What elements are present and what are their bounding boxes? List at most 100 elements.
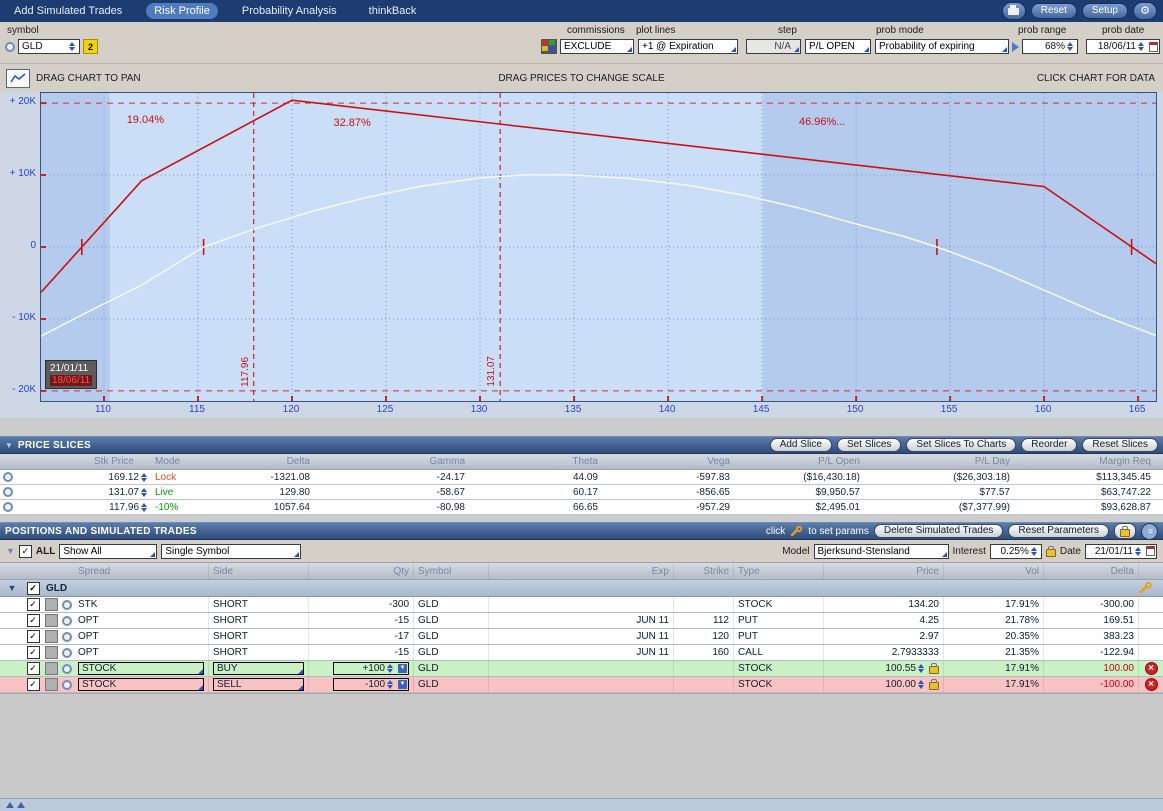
spinner-down-icon[interactable]: [918, 685, 924, 689]
slice-price-spinner[interactable]: [141, 473, 150, 482]
group-checkbox[interactable]: ✓: [27, 582, 40, 595]
side-select[interactable]: SELL: [213, 678, 304, 691]
calendar-icon[interactable]: [1149, 42, 1158, 52]
spinner-down-icon[interactable]: [1067, 47, 1073, 51]
reset-slices-button[interactable]: Reset Slices: [1082, 438, 1158, 452]
col-price[interactable]: Price: [824, 563, 944, 579]
reset-button[interactable]: Reset: [1031, 3, 1077, 19]
spinner-down-icon[interactable]: [69, 47, 75, 51]
reorder-button[interactable]: Reorder: [1021, 438, 1077, 452]
col-vega[interactable]: Vega: [600, 456, 732, 467]
col-qty[interactable]: Qty: [309, 563, 414, 579]
row-gray-box[interactable]: [45, 662, 58, 675]
expand-panel-up-icon[interactable]: [17, 802, 25, 808]
expand-panel-up-icon[interactable]: [6, 802, 14, 808]
symbol-count-badge[interactable]: 2: [83, 39, 98, 54]
commissions-icon[interactable]: [541, 39, 557, 54]
price-spinner[interactable]: 100.55: [885, 663, 939, 674]
slice-price-value[interactable]: 169.12: [108, 472, 139, 483]
set-slices-button[interactable]: Set Slices: [837, 438, 901, 452]
row-gray-box[interactable]: [45, 598, 58, 611]
tab-thinkback[interactable]: thinkBack: [361, 3, 425, 19]
tab-probability-analysis[interactable]: Probability Analysis: [234, 3, 345, 19]
col-delta[interactable]: Delta: [1044, 563, 1139, 579]
interest-lock-icon[interactable]: [1046, 549, 1056, 557]
collapse-section-icon[interactable]: »: [1141, 523, 1158, 540]
slice-price-value[interactable]: 117.96: [109, 502, 139, 513]
spread-select[interactable]: STOCK: [78, 662, 204, 675]
row-checkbox[interactable]: ✓: [27, 678, 40, 691]
reset-parameters-button[interactable]: Reset Parameters: [1008, 524, 1109, 538]
price-lock-icon[interactable]: [929, 666, 939, 674]
pl-mode-select[interactable]: P/L OPEN: [805, 39, 871, 54]
spinner-up-icon[interactable]: [141, 473, 147, 477]
single-symbol-select[interactable]: Single Symbol: [161, 544, 301, 559]
spinner-up-icon[interactable]: [918, 680, 924, 684]
row-gray-box[interactable]: [45, 614, 58, 627]
add-slice-button[interactable]: Add Slice: [770, 438, 832, 452]
slice-mode[interactable]: -10%: [150, 502, 205, 513]
col-stk-price[interactable]: Stk Price: [16, 456, 150, 467]
setup-button[interactable]: Setup: [1082, 3, 1128, 19]
qty-dropdown-icon[interactable]: ▼: [398, 664, 407, 673]
slice-price-spinner[interactable]: [141, 488, 150, 497]
side-select[interactable]: BUY: [213, 662, 304, 675]
spinner-up-icon[interactable]: [141, 488, 147, 492]
price-spinner[interactable]: 100.00: [885, 679, 939, 690]
col-delta[interactable]: Delta: [205, 456, 312, 467]
prob-range-spinner[interactable]: 68%: [1022, 39, 1078, 54]
col-symbol[interactable]: Symbol: [414, 563, 489, 579]
calendar-icon[interactable]: [1146, 546, 1155, 556]
spinner-down-icon[interactable]: [1138, 47, 1144, 51]
show-all-select[interactable]: Show All: [59, 544, 157, 559]
spinner-up-icon[interactable]: [1138, 42, 1144, 46]
interest-spinner[interactable]: 0.25%: [990, 544, 1042, 559]
date-spinner[interactable]: 21/01/11: [1085, 544, 1157, 559]
select-all-checkbox[interactable]: ✓: [19, 545, 32, 558]
slice-mode[interactable]: Lock: [150, 472, 205, 483]
row-gray-box[interactable]: [45, 678, 58, 691]
spinner-up-icon[interactable]: [1031, 547, 1037, 551]
col-side[interactable]: Side: [209, 563, 309, 579]
prob-mode-select[interactable]: Probability of expiring: [875, 39, 1009, 54]
print-icon[interactable]: [1002, 2, 1026, 20]
col-gamma[interactable]: Gamma: [312, 456, 467, 467]
prob-mode-expand-icon[interactable]: [1012, 42, 1019, 52]
prob-date-input[interactable]: 18/06/11: [1086, 39, 1160, 54]
spinner[interactable]: [1138, 42, 1147, 51]
spinner[interactable]: [918, 680, 927, 689]
commissions-select[interactable]: EXCLUDE: [560, 39, 634, 54]
spinner-up-icon[interactable]: [918, 664, 924, 668]
lock-button[interactable]: [1114, 523, 1136, 539]
slice-price-value[interactable]: 131.07: [108, 487, 139, 498]
risk-chart-canvas[interactable]: [41, 93, 1156, 401]
row-checkbox[interactable]: ✓: [27, 662, 40, 675]
set-slices-to-charts-button[interactable]: Set Slices To Charts: [906, 438, 1016, 452]
spinner-down-icon[interactable]: [141, 478, 147, 482]
row-gray-box[interactable]: [45, 646, 58, 659]
row-checkbox[interactable]: ✓: [27, 630, 40, 643]
spinner-up-icon[interactable]: [1067, 42, 1073, 46]
remove-trade-icon[interactable]: ×: [1145, 662, 1158, 675]
row-gray-box[interactable]: [45, 630, 58, 643]
spinner-down-icon[interactable]: [387, 685, 393, 689]
spinner-down-icon[interactable]: [141, 508, 147, 512]
spinner-up-icon[interactable]: [141, 503, 147, 507]
gear-icon[interactable]: ⚙: [1133, 2, 1157, 20]
spinner-down-icon[interactable]: [1135, 552, 1141, 556]
spinner-up-icon[interactable]: [387, 664, 393, 668]
col-mode[interactable]: Mode: [150, 456, 205, 467]
qty-spinner[interactable]: -100▼: [333, 678, 409, 691]
col-pl-open[interactable]: P/L Open: [732, 456, 862, 467]
qty-dropdown-icon[interactable]: ▼: [398, 680, 407, 689]
tab-add-simulated-trades[interactable]: Add Simulated Trades: [6, 3, 130, 19]
col-spread[interactable]: Spread: [74, 563, 209, 579]
spinner[interactable]: [918, 664, 927, 673]
collapse-group-icon[interactable]: ▼: [8, 583, 17, 593]
collapse-icon[interactable]: ▼: [5, 441, 13, 450]
slice-price-spinner[interactable]: [141, 503, 150, 512]
symbol-group-row[interactable]: ▼ ✓ GLD: [0, 580, 1163, 597]
spinner[interactable]: [387, 680, 396, 689]
delete-simulated-trades-button[interactable]: Delete Simulated Trades: [874, 524, 1004, 538]
qty-spinner[interactable]: +100▼: [333, 662, 409, 675]
